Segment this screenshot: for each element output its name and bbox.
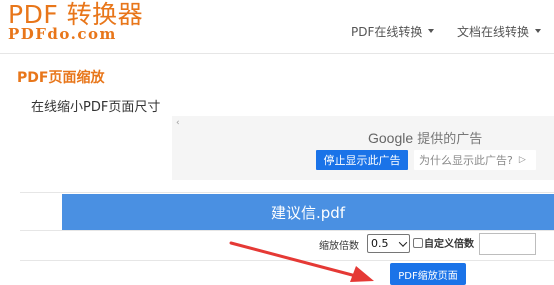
scale-select[interactable]: 0.5	[367, 234, 410, 253]
file-area-divider-bottom	[20, 260, 554, 261]
caret-down-icon	[428, 29, 435, 33]
ad-provider-text: Google 提供的广告	[368, 128, 482, 147]
file-name: 建议信.pdf	[270, 203, 346, 222]
nav-doc-convert-dropdown[interactable]: 文档在线转换	[457, 22, 542, 40]
header-divider	[0, 53, 554, 54]
custom-scale-label: 自定义倍数	[424, 239, 474, 250]
play-triangle-icon: ▷	[518, 155, 526, 165]
scale-pdf-submit-button[interactable]: PDF缩放页面	[390, 263, 466, 285]
page-title: PDF页面缩放	[17, 70, 105, 86]
file-area-divider-middle	[20, 230, 554, 231]
stop-ad-button[interactable]: 停止显示此广告	[316, 150, 408, 170]
site-logo[interactable]: PDF 转换器 PDFdo.com	[8, 0, 158, 44]
ad-panel: ‹ Google 提供的广告 停止显示此广告 为什么显示此广告? ▷	[172, 116, 554, 180]
custom-scale-input[interactable]	[479, 233, 536, 255]
page-subtitle: 在线缩小PDF页面尺寸	[31, 100, 161, 115]
nav-doc-convert-label: 文档在线转换	[457, 24, 530, 39]
nav-pdf-convert-label: PDF在线转换	[351, 24, 423, 39]
scale-label: 缩放倍数	[319, 240, 359, 252]
custom-scale-checkbox[interactable]	[413, 238, 423, 248]
file-area-divider-top	[20, 192, 554, 193]
chevron-down-icon	[398, 238, 408, 247]
nav-pdf-convert-dropdown[interactable]: PDF在线转换	[351, 22, 435, 40]
ad-provider-suffix: 提供的广告	[417, 132, 483, 147]
caret-down-icon	[535, 29, 542, 33]
logo-domain: PDFdo.com	[8, 25, 117, 43]
file-name-bar[interactable]: 建议信.pdf	[62, 194, 554, 230]
why-this-ad-button[interactable]: 为什么显示此广告? ▷	[414, 150, 536, 170]
ad-back-icon[interactable]: ‹	[176, 118, 180, 128]
why-this-ad-label: 为什么显示此广告?	[419, 154, 513, 167]
scale-selected-value: 0.5	[371, 237, 389, 250]
google-wordmark: Google	[368, 130, 414, 146]
